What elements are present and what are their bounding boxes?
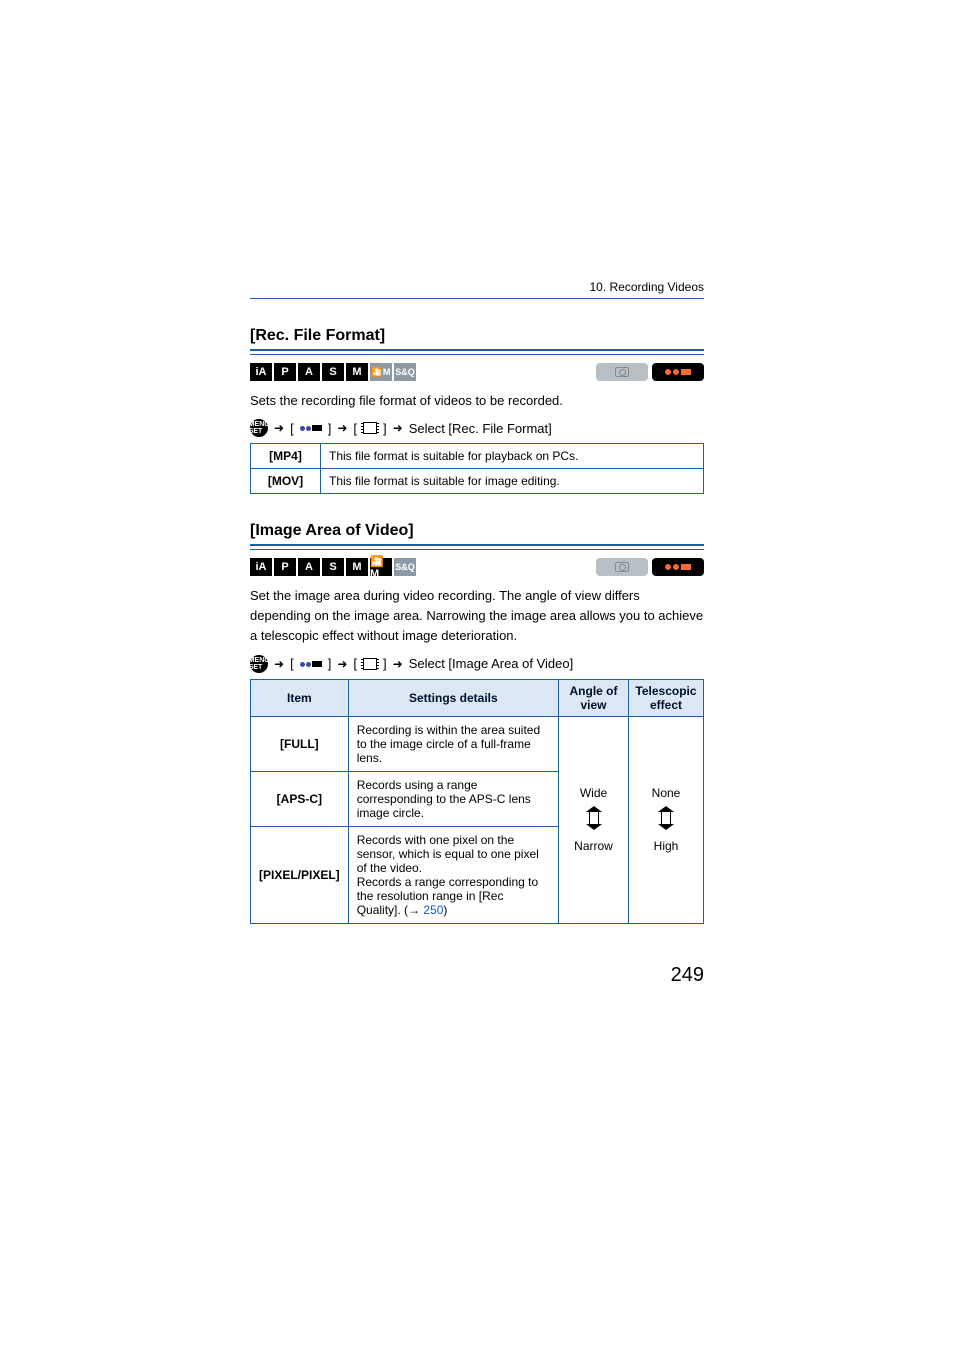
mode-p: P <box>274 558 296 576</box>
section-title-image-area: [Image Area of Video] <box>250 522 704 540</box>
bracket: ] <box>383 656 387 671</box>
tel-top-label: None <box>637 786 695 800</box>
mode-ia: iA <box>250 363 272 381</box>
table-row: [MP4] This file format is suitable for p… <box>251 444 704 469</box>
mode-a: A <box>298 363 320 381</box>
page-root: 10. Recording Videos [Rec. File Format] … <box>0 0 954 1047</box>
mode-a: A <box>298 558 320 576</box>
menu-nav-path-2: MENU SET ➜ [ ] ➜ [ ] ➜ Select [Image Are… <box>250 655 704 673</box>
mode-dial-list: iA P A S M 🎦M S&Q <box>250 558 416 576</box>
menu-set-icon: MENU SET <box>250 655 268 673</box>
bracket: [ <box>353 421 357 436</box>
section2-description: Set the image area during video recordin… <box>250 586 704 646</box>
row-apsc: [APS-C] <box>251 771 349 826</box>
arrow-icon: ➜ <box>274 657 284 671</box>
mode-dial-list: iA P A S M 🎦M S&Q <box>250 363 416 381</box>
mode-s: S <box>322 558 344 576</box>
bracket: [ <box>353 656 357 671</box>
mode-creative-video: 🎦M <box>370 363 392 381</box>
arrow-icon: ➜ <box>337 421 347 435</box>
photo-disabled-pill <box>596 558 648 576</box>
col-settings: Settings details <box>348 679 558 716</box>
table-row: [FULL] Recording is within the area suit… <box>251 716 704 771</box>
row-apsc-desc: Records using a range corresponding to t… <box>348 771 558 826</box>
mode-p: P <box>274 363 296 381</box>
mode-creative-video: 🎦M <box>370 558 392 576</box>
table-header-row: Item Settings details Angle of view Tele… <box>251 679 704 716</box>
pixel-desc-pre: Records with one pixel on the sensor, wh… <box>357 833 539 917</box>
arrow-icon: ➜ <box>393 657 403 671</box>
section-title-rec-file-format: [Rec. File Format] <box>250 327 704 345</box>
video-icon <box>665 564 691 570</box>
range-arrow-icon <box>658 806 674 830</box>
col-item: Item <box>251 679 349 716</box>
nav-select-label: Select [Rec. File Format] <box>409 421 552 436</box>
range-arrow-icon <box>586 806 602 830</box>
tel-bottom-label: High <box>637 839 695 853</box>
applicability-pills <box>596 363 704 381</box>
row-pixel-desc: Records with one pixel on the sensor, wh… <box>348 826 558 923</box>
bracket: [ <box>290 421 294 436</box>
camera-icon <box>615 562 629 572</box>
menu-set-icon: MENU SET <box>250 419 268 437</box>
mode-slow-quick: S&Q <box>394 558 416 576</box>
page-number: 249 <box>250 964 704 987</box>
applicability-pills <box>596 558 704 576</box>
video-enabled-pill <box>652 558 704 576</box>
aov-bottom-label: Narrow <box>567 839 620 853</box>
aov-cell: Wide Narrow <box>559 716 629 923</box>
mode-slow-quick: S&Q <box>394 363 416 381</box>
section1-description: Sets the recording file format of videos… <box>250 391 704 411</box>
video-menu-icon <box>300 425 322 431</box>
mode-m: M <box>346 558 368 576</box>
image-area-table: Item Settings details Angle of view Tele… <box>250 679 704 924</box>
bracket: ] <box>383 421 387 436</box>
row-full-desc: Recording is within the area suited to t… <box>348 716 558 771</box>
row-pixel: [PIXEL/PIXEL] <box>251 826 349 923</box>
video-enabled-pill <box>652 363 704 381</box>
row-name-mp4: [MP4] <box>251 444 321 469</box>
mode-ia: iA <box>250 558 272 576</box>
arrow-icon: ➜ <box>337 657 347 671</box>
pixel-desc-post: ) <box>443 903 447 917</box>
nav-select-label: Select [Image Area of Video] <box>409 656 574 671</box>
table-row: [MOV] This file format is suitable for i… <box>251 469 704 494</box>
row-desc: This file format is suitable for image e… <box>321 469 704 494</box>
bracket: [ <box>290 656 294 671</box>
arrow-icon: ➜ <box>274 421 284 435</box>
page-link-250[interactable]: 250 <box>423 903 443 917</box>
menu-nav-path-1: MENU SET ➜ [ ] ➜ [ ] ➜ Select [Rec. File… <box>250 419 704 437</box>
arrow-icon: → <box>408 903 423 917</box>
breadcrumb: 10. Recording Videos <box>250 280 704 299</box>
film-format-icon <box>363 658 377 670</box>
col-telescopic: Telescopic effect <box>629 679 704 716</box>
telescopic-cell: None High <box>629 716 704 923</box>
camera-icon <box>615 367 629 377</box>
bracket: ] <box>328 656 332 671</box>
mode-indicator-row: iA P A S M 🎦M S&Q <box>250 558 704 576</box>
row-name-mov: [MOV] <box>251 469 321 494</box>
row-desc: This file format is suitable for playbac… <box>321 444 704 469</box>
mode-m: M <box>346 363 368 381</box>
section-divider <box>250 544 704 550</box>
row-full: [FULL] <box>251 716 349 771</box>
arrow-icon: ➜ <box>393 421 403 435</box>
film-format-icon <box>363 422 377 434</box>
rec-file-format-table: [MP4] This file format is suitable for p… <box>250 443 704 494</box>
section-divider <box>250 349 704 355</box>
mode-s: S <box>322 363 344 381</box>
mode-indicator-row: iA P A S M 🎦M S&Q <box>250 363 704 381</box>
photo-disabled-pill <box>596 363 648 381</box>
col-aov: Angle of view <box>559 679 629 716</box>
aov-top-label: Wide <box>567 786 620 800</box>
bracket: ] <box>328 421 332 436</box>
video-icon <box>665 369 691 375</box>
video-menu-icon <box>300 661 322 667</box>
